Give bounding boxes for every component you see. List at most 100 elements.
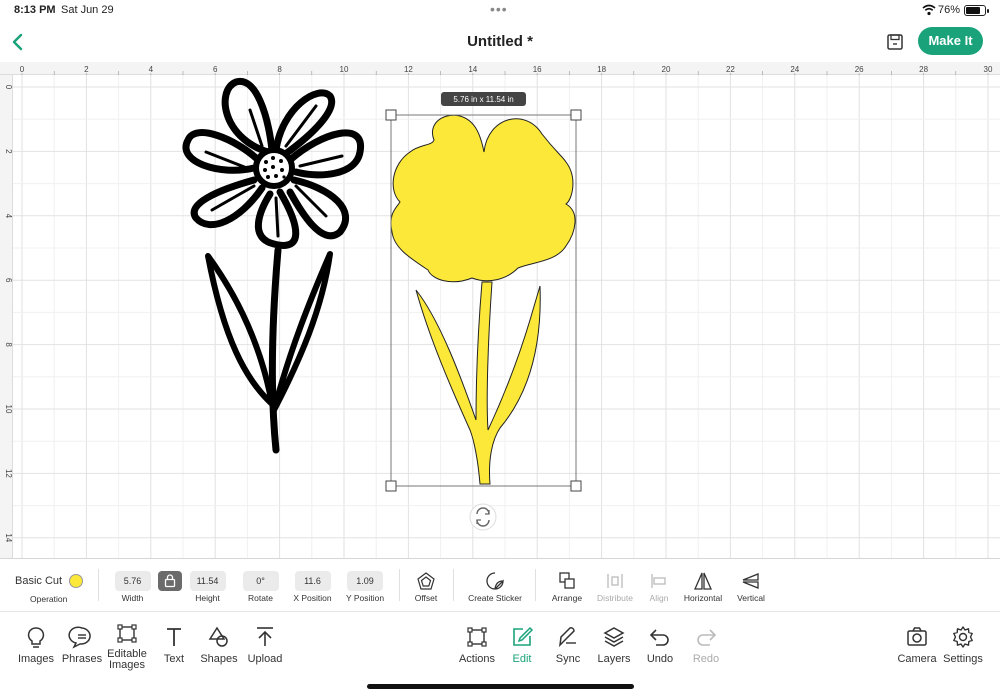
shapes-label: Shapes	[200, 653, 238, 665]
width-input[interactable]: 5.76	[114, 571, 151, 591]
divider	[399, 569, 400, 601]
flip-horizontal-icon	[694, 572, 712, 590]
lightbulb-icon	[27, 627, 45, 648]
y-position-control[interactable]: 1.09 Y Position	[341, 559, 389, 613]
status-date: Sat Jun 29	[61, 4, 114, 16]
shapes-button[interactable]: Shapes	[197, 625, 241, 681]
sync-button[interactable]: Sync	[546, 625, 590, 681]
edit-button[interactable]: Edit	[500, 625, 544, 681]
flip-horizontal-button[interactable]: Horizontal	[680, 559, 726, 613]
ruler-tick-label: 4	[149, 65, 154, 74]
rotate-input[interactable]: 0°	[242, 571, 279, 591]
images-label: Images	[17, 653, 55, 665]
resize-handle-bottom-left	[385, 480, 397, 492]
camera-button[interactable]: Camera	[895, 625, 939, 681]
home-indicator[interactable]	[367, 684, 634, 689]
save-icon[interactable]	[885, 32, 905, 52]
undo-button[interactable]: Undo	[638, 625, 682, 681]
yellow-flower-image[interactable]	[390, 114, 576, 485]
width-label: Width	[121, 593, 144, 603]
battery-percent: 76%	[938, 4, 961, 16]
settings-button[interactable]: Settings	[941, 625, 985, 681]
phrases-button[interactable]: Phrases	[60, 625, 104, 681]
arrange-button[interactable]: Arrange	[546, 559, 588, 613]
layers-label: Layers	[597, 653, 631, 665]
arrange-label: Arrange	[551, 593, 583, 603]
divider	[98, 569, 99, 601]
ruler-tick-label: 14	[468, 65, 477, 74]
x-position-input[interactable]: 11.6	[294, 571, 331, 591]
lock-icon	[164, 574, 176, 588]
multitasking-dots-icon[interactable]: •••	[490, 1, 508, 17]
ruler-tick-label: 8	[4, 342, 13, 347]
distribute-button: Distribute	[594, 559, 636, 613]
upload-button[interactable]: Upload	[243, 625, 287, 681]
ruler-tick-label: 18	[597, 65, 606, 74]
height-input[interactable]: 11.54	[189, 571, 226, 591]
outline-flower-image[interactable]	[182, 78, 364, 454]
battery-icon	[964, 5, 989, 16]
ruler-tick-label: 10	[4, 405, 13, 414]
x-position-control[interactable]: 11.6 X Position	[290, 559, 335, 613]
arrange-icon	[559, 572, 575, 589]
horizontal-ruler: 0 2 4 6 8 10 12 14 16 18 20 22 24 26 28 30	[0, 62, 1000, 75]
height-control[interactable]: 11.54 Height	[185, 559, 230, 613]
operation-value[interactable]: Basic Cut	[15, 575, 62, 587]
operation-color-swatch[interactable]	[69, 574, 83, 588]
create-sticker-button[interactable]: Create Sticker	[463, 559, 527, 613]
y-position-input[interactable]: 1.09	[347, 571, 383, 591]
sync-label: Sync	[555, 653, 581, 665]
ruler-tick-label: 0	[20, 65, 25, 74]
upload-label: Upload	[247, 653, 283, 665]
make-it-button[interactable]: Make It	[918, 27, 983, 55]
flip-vertical-icon	[742, 573, 759, 589]
ruler-tick-label: 20	[662, 65, 671, 74]
offset-icon	[417, 572, 435, 590]
create-sticker-label: Create Sticker	[468, 593, 522, 603]
status-time: 8:13 PM	[14, 4, 56, 16]
edit-icon	[513, 626, 534, 646]
sticker-icon	[486, 572, 504, 590]
camera-icon	[907, 627, 927, 646]
rotate-label: Rotate	[247, 593, 274, 603]
edit-toolbar: Basic Cut Operation 5.76 Width 11.54 Hei…	[0, 558, 1000, 612]
header: Untitled * Make It	[0, 22, 1000, 62]
vertical-ruler-ticks: 0 2 4 6 8 10 12 14	[4, 85, 13, 543]
x-position-label: X Position	[293, 593, 332, 603]
redo-button: Redo	[684, 625, 728, 681]
rotate-control[interactable]: 0° Rotate	[238, 559, 283, 613]
design-canvas[interactable]: 5.76 in x 11.54 in	[13, 75, 1000, 558]
images-button[interactable]: Images	[14, 625, 58, 681]
redo-icon	[697, 629, 717, 646]
operation-label: Operation	[30, 594, 68, 604]
text-icon	[167, 628, 181, 646]
canvas-grid: 5.76 in x 11.54 in	[13, 75, 1000, 558]
editable-images-label: Editable Images	[107, 648, 147, 671]
width-control[interactable]: 5.76 Width	[110, 559, 155, 613]
offset-button[interactable]: Offset	[406, 559, 446, 613]
editable-images-button[interactable]: Editable Images	[104, 621, 150, 677]
distribute-label: Distribute	[597, 593, 633, 603]
phrases-label: Phrases	[61, 653, 103, 665]
settings-label: Settings	[943, 653, 983, 665]
wifi-icon	[922, 4, 936, 16]
document-title[interactable]: Untitled *	[0, 33, 1000, 50]
actions-label: Actions	[458, 653, 496, 665]
actions-button[interactable]: Actions	[455, 625, 499, 681]
text-button[interactable]: Text	[152, 625, 196, 681]
aspect-lock-button[interactable]	[158, 571, 182, 591]
editable-image-icon	[117, 624, 137, 643]
upload-icon	[257, 627, 273, 646]
offset-label: Offset	[414, 593, 438, 603]
gear-icon	[953, 626, 973, 648]
rotate-handle-icon[interactable]	[469, 503, 497, 531]
ruler-tick-label: 6	[4, 278, 13, 283]
ruler-tick-label: 26	[855, 65, 864, 74]
align-label: Align	[649, 593, 669, 603]
resize-handle-top-right	[570, 109, 582, 121]
distribute-icon	[607, 574, 623, 588]
ruler-tick-label: 14	[4, 533, 13, 542]
flip-vertical-button[interactable]: Vertical	[730, 559, 772, 613]
layers-button[interactable]: Layers	[592, 625, 636, 681]
ruler-tick-label: 12	[404, 65, 413, 74]
